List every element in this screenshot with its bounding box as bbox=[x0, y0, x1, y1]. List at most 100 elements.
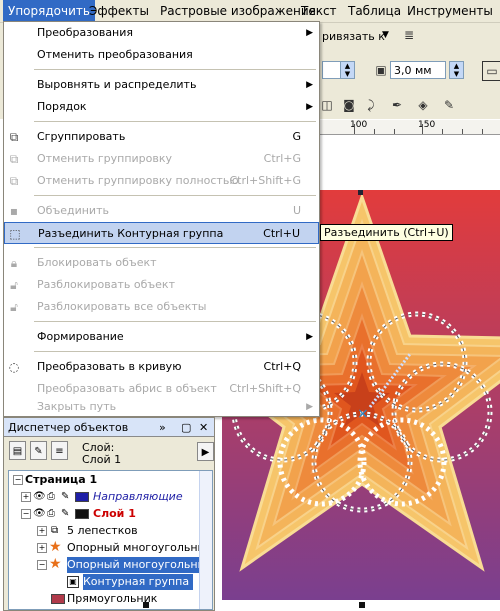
menu-item-group[interactable]: ⧉ Сгруппировать G bbox=[4, 126, 319, 148]
tree-item-label: Опорный многоугольник bbox=[67, 557, 212, 573]
edit-across-layers-icon[interactable]: ✎ bbox=[30, 441, 47, 460]
menu-item-ungroup-all[interactable]: ⧉ Отменить группировку полностью Ctrl+Sh… bbox=[4, 170, 319, 192]
outline-width-field[interactable]: 3,0 мм bbox=[390, 61, 446, 79]
outline-width-spinner[interactable]: ▲ ▼ bbox=[449, 61, 464, 79]
tree-item-polygon[interactable]: + ★ Опорный многоугольник bbox=[9, 539, 211, 556]
menu-tools[interactable]: Инструменты bbox=[402, 0, 498, 22]
eyedropper-icon[interactable]: ⤸ bbox=[362, 96, 380, 114]
submenu-arrow-icon: ▶ bbox=[306, 80, 313, 90]
tree-item-rectangle[interactable]: Прямоугольник bbox=[9, 591, 201, 607]
pencil-icon[interactable]: ✎ bbox=[61, 506, 69, 522]
menu-separator bbox=[34, 247, 316, 248]
contour-icon[interactable]: ◫ bbox=[318, 96, 336, 114]
layer-color-swatch bbox=[75, 492, 89, 502]
brush-icon[interactable]: ✎ bbox=[440, 96, 458, 114]
position-spinner[interactable]: ▲ ▼ bbox=[340, 61, 355, 79]
menu-item-shaping[interactable]: Формирование ▶ bbox=[4, 326, 319, 348]
printer-icon[interactable]: ⎙ bbox=[47, 489, 55, 505]
collapse-icon[interactable]: » bbox=[159, 418, 166, 437]
menu-item-clear-transformations[interactable]: Отменить преобразования bbox=[4, 44, 319, 66]
menu-item-label: Сгруппировать bbox=[37, 130, 126, 143]
snap-to-label[interactable]: ривязать к bbox=[322, 30, 385, 43]
menu-arrange[interactable]: Упорядочить bbox=[3, 0, 95, 22]
options-icon[interactable]: ≣ bbox=[400, 26, 418, 44]
ruler-tick bbox=[394, 129, 395, 134]
fill-bucket-icon[interactable]: ◈ bbox=[414, 96, 432, 114]
selection-handle[interactable] bbox=[359, 602, 365, 608]
menu-separator bbox=[34, 69, 316, 70]
selection-handle[interactable] bbox=[143, 602, 149, 608]
tree-item-guides-layer[interactable]: + 👁︎ ⎙ ✎ Направляющие bbox=[9, 489, 201, 505]
position-field[interactable] bbox=[322, 61, 342, 79]
horizontal-ruler[interactable]: 100 150 bbox=[320, 120, 500, 135]
collapse-toggle[interactable]: − bbox=[13, 475, 23, 485]
tree-item-layer-1[interactable]: − 👁︎ ⎙ ✎ Слой 1 bbox=[9, 506, 201, 522]
eye-icon[interactable]: 👁︎ bbox=[33, 506, 46, 522]
tree-item-page[interactable]: − Страница 1 bbox=[9, 472, 201, 488]
tree-item-group[interactable]: + ⧉ 5 лепестков bbox=[9, 523, 201, 539]
submenu-arrow-icon: ▶ bbox=[306, 332, 313, 342]
lock-icon: 🔒︎ bbox=[10, 256, 18, 270]
menu-item-lock-object[interactable]: 🔒︎ Блокировать объект bbox=[4, 252, 319, 274]
selection-handle[interactable] bbox=[358, 190, 363, 195]
menu-item-unlock-object[interactable]: 🔓︎ Разблокировать объект bbox=[4, 274, 319, 296]
printer-icon[interactable]: ⎙ bbox=[47, 506, 55, 522]
menu-item-close-path[interactable]: Закрыть путь ▶ bbox=[4, 396, 319, 418]
menu-item-order[interactable]: Порядок ▶ bbox=[4, 96, 319, 118]
group-icon: ⧉ bbox=[51, 525, 59, 536]
svg-text:×: × bbox=[357, 406, 369, 422]
menu-item-combine[interactable]: ▪ Объединить U bbox=[4, 200, 319, 222]
pen-icon[interactable]: ✒ bbox=[388, 96, 406, 114]
group-icon: ⧉ bbox=[9, 130, 19, 144]
menu-item-label: Разъединить Контурная группа bbox=[38, 227, 224, 240]
menu-item-label: Преобразовать в кривую bbox=[37, 360, 182, 373]
menu-item-shortcut: G bbox=[292, 130, 301, 143]
expand-toggle[interactable]: + bbox=[37, 526, 47, 536]
menu-item-label: Отменить преобразования bbox=[37, 48, 193, 61]
close-icon[interactable]: ✕ bbox=[199, 418, 208, 437]
menu-effects[interactable]: Эффекты bbox=[84, 0, 154, 22]
show-properties-icon[interactable]: ▤ bbox=[9, 441, 26, 460]
pencil-icon[interactable]: ✎ bbox=[61, 489, 69, 505]
chevron-down-icon[interactable]: ▼ bbox=[382, 30, 389, 40]
star-icon: ★ bbox=[49, 539, 62, 555]
menu-separator bbox=[34, 321, 316, 322]
tree-scrollbar[interactable] bbox=[199, 471, 212, 609]
tree-item-polygon[interactable]: − ★ Опорный многоугольник bbox=[9, 556, 212, 573]
menu-item-convert-to-curves[interactable]: ◌ Преобразовать в кривую Ctrl+Q bbox=[4, 356, 319, 378]
tree-item-contour-group[interactable]: ▣ Контурная группа bbox=[9, 574, 201, 590]
collapse-toggle[interactable]: − bbox=[21, 509, 31, 519]
layer-color-swatch bbox=[75, 509, 89, 519]
wrap-text-icon[interactable]: ▭ bbox=[482, 61, 500, 81]
unlock-icon: 🔓︎ bbox=[10, 278, 18, 292]
expand-toggle[interactable]: + bbox=[21, 492, 31, 502]
menu-item-unlock-all[interactable]: 🔓︎ Разблокировать все объекты bbox=[4, 296, 319, 318]
contour-outside-icon[interactable]: ◙ bbox=[340, 96, 358, 114]
menu-item-break-apart[interactable]: ⬚ Разъединить Контурная группа Ctrl+U bbox=[4, 222, 319, 244]
menu-text[interactable]: Текст bbox=[296, 0, 342, 22]
menu-item-shortcut: Ctrl+U bbox=[263, 227, 300, 240]
submenu-arrow-icon: ▶ bbox=[306, 402, 313, 412]
tree-item-label: 5 лепестков bbox=[67, 524, 138, 537]
menu-item-align-distribute[interactable]: Выровнять и распределить ▶ bbox=[4, 74, 319, 96]
arrange-menu: Преобразования ▶ Отменить преобразования… bbox=[3, 21, 320, 417]
flyout-arrow-icon[interactable]: ▶ bbox=[197, 442, 214, 461]
object-manager-title: Диспетчер объектов bbox=[8, 421, 129, 434]
collapse-toggle[interactable]: − bbox=[37, 560, 47, 570]
tree-item-label: Слой 1 bbox=[93, 507, 136, 520]
star-icon: ★ bbox=[49, 556, 62, 572]
menu-item-label: Порядок bbox=[37, 100, 87, 113]
ruler-tick bbox=[354, 124, 355, 134]
minimize-icon[interactable]: ▢ bbox=[181, 418, 191, 437]
menu-table[interactable]: Таблица bbox=[343, 0, 406, 22]
menu-item-label: Формирование bbox=[37, 330, 124, 343]
menu-item-ungroup[interactable]: ⧉ Отменить группировку Ctrl+G bbox=[4, 148, 319, 170]
tooltip: Разъединить (Ctrl+U) bbox=[320, 224, 453, 241]
ruler-tick bbox=[442, 129, 443, 134]
menu-item-shortcut: U bbox=[292, 204, 301, 217]
layer-manager-icon[interactable]: ≡ bbox=[51, 441, 68, 460]
expand-toggle[interactable]: + bbox=[37, 543, 47, 553]
menu-item-transformations[interactable]: Преобразования ▶ bbox=[4, 22, 319, 44]
eye-icon[interactable]: 👁︎ bbox=[33, 489, 46, 505]
menu-separator bbox=[34, 121, 316, 122]
